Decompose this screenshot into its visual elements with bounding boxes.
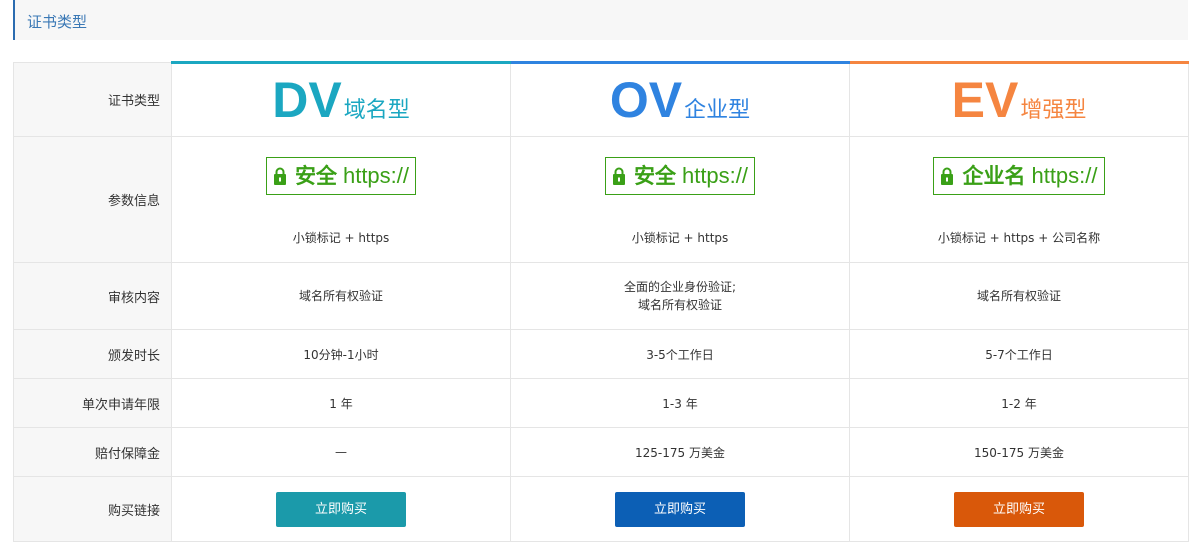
row-warranty: 赔付保障金 — 125-175 万美金 150-175 万美金 xyxy=(13,427,1189,477)
secure-badge-ov: 安全 https:// xyxy=(604,157,756,195)
term-years-dv: 1 年 xyxy=(171,378,511,428)
issue-time-ov: 3-5个工作日 xyxy=(510,329,850,379)
badge-label: 企业名 xyxy=(962,164,1026,188)
badge-protocol: https:// xyxy=(681,163,749,188)
row-buy-link: 购买链接 立即购买 立即购买 立即购买 xyxy=(13,476,1189,542)
warranty-ev: 150-175 万美金 xyxy=(849,427,1189,477)
buy-cell-ev: 立即购买 xyxy=(849,476,1189,542)
warranty-dv: — xyxy=(171,427,511,477)
warranty-ov: 125-175 万美金 xyxy=(510,427,850,477)
audit-cell-ev: 域名所有权验证 xyxy=(849,262,1189,330)
cert-abbr-dv: DV xyxy=(272,72,342,128)
badge-label: 安全 xyxy=(633,164,676,188)
cert-abbr-ov: OV xyxy=(609,72,683,128)
secure-badge-dv: 安全 https:// xyxy=(265,157,417,195)
param-desc-ev: 小锁标记 + https + 公司名称 xyxy=(937,231,1101,245)
row-cert-type: 证书类型 DV域名型 OV企业型 EV增强型 xyxy=(13,61,1189,137)
audit-line-1: 域名所有权验证 xyxy=(298,289,383,303)
buy-now-button-ev[interactable]: 立即购买 xyxy=(954,491,1084,527)
param-desc-ov: 小锁标记 + https xyxy=(631,231,729,245)
audit-line-1: 域名所有权验证 xyxy=(976,289,1061,303)
row-label-buy-link: 购买链接 xyxy=(13,476,172,542)
row-label-audit-content: 审核内容 xyxy=(13,262,172,330)
cert-comparison-table: 证书类型 DV域名型 OV企业型 EV增强型 参数信息 安全 https:// 小… xyxy=(13,61,1189,542)
row-label-warranty: 赔付保障金 xyxy=(13,427,172,477)
cert-abbr-ev: EV xyxy=(951,72,1019,128)
secure-badge-ev: 企业名 https:// xyxy=(933,157,1105,195)
cert-sub-ov: 企业型 xyxy=(684,98,751,123)
badge-protocol: https:// xyxy=(1031,163,1098,188)
row-issue-time: 颁发时长 10分钟-1小时 3-5个工作日 5-7个工作日 xyxy=(13,329,1189,379)
term-years-ov: 1-3 年 xyxy=(510,378,850,428)
audit-cell-dv: 域名所有权验证 xyxy=(171,262,511,330)
audit-line-1: 全面的企业身份验证; xyxy=(623,280,737,294)
param-cell-dv: 安全 https:// 小锁标记 + https xyxy=(171,136,511,263)
row-label-term-years: 单次申请年限 xyxy=(13,378,172,428)
row-audit-content: 审核内容 域名所有权验证 全面的企业身份验证; 域名所有权验证 域名所有权验证 xyxy=(13,262,1189,330)
row-term-years: 单次申请年限 1 年 1-3 年 1-2 年 xyxy=(13,378,1189,428)
term-years-ev: 1-2 年 xyxy=(849,378,1189,428)
lock-icon xyxy=(273,167,286,185)
buy-cell-dv: 立即购买 xyxy=(171,476,511,542)
param-cell-ev: 企业名 https:// 小锁标记 + https + 公司名称 xyxy=(849,136,1189,263)
cert-title-ev: EV增强型 xyxy=(849,61,1189,137)
audit-line-2: 域名所有权验证 xyxy=(637,298,722,312)
row-label-issue-time: 颁发时长 xyxy=(13,329,172,379)
cert-title-dv: DV域名型 xyxy=(171,61,511,137)
issue-time-dv: 10分钟-1小时 xyxy=(171,329,511,379)
issue-time-ev: 5-7个工作日 xyxy=(849,329,1189,379)
cert-title-ov: OV企业型 xyxy=(510,61,850,137)
buy-cell-ov: 立即购买 xyxy=(510,476,850,542)
buy-now-button-ov[interactable]: 立即购买 xyxy=(615,491,745,527)
section-header: 证书类型 xyxy=(13,0,1188,40)
lock-icon xyxy=(612,167,625,185)
row-label-cert-type: 证书类型 xyxy=(13,62,172,137)
cert-sub-dv: 域名型 xyxy=(343,98,410,123)
cert-sub-ev: 增强型 xyxy=(1020,98,1087,123)
audit-cell-ov: 全面的企业身份验证; 域名所有权验证 xyxy=(510,262,850,330)
param-cell-ov: 安全 https:// 小锁标记 + https xyxy=(510,136,850,263)
row-param-info: 参数信息 安全 https:// 小锁标记 + https 安全 https:// … xyxy=(13,136,1189,263)
badge-protocol: https:// xyxy=(342,163,410,188)
param-desc-dv: 小锁标记 + https xyxy=(292,231,390,245)
lock-icon xyxy=(941,167,954,185)
buy-now-button-dv[interactable]: 立即购买 xyxy=(276,491,406,527)
row-label-param-info: 参数信息 xyxy=(13,136,172,263)
section-title: 证书类型 xyxy=(27,13,88,31)
badge-label: 安全 xyxy=(294,164,337,188)
